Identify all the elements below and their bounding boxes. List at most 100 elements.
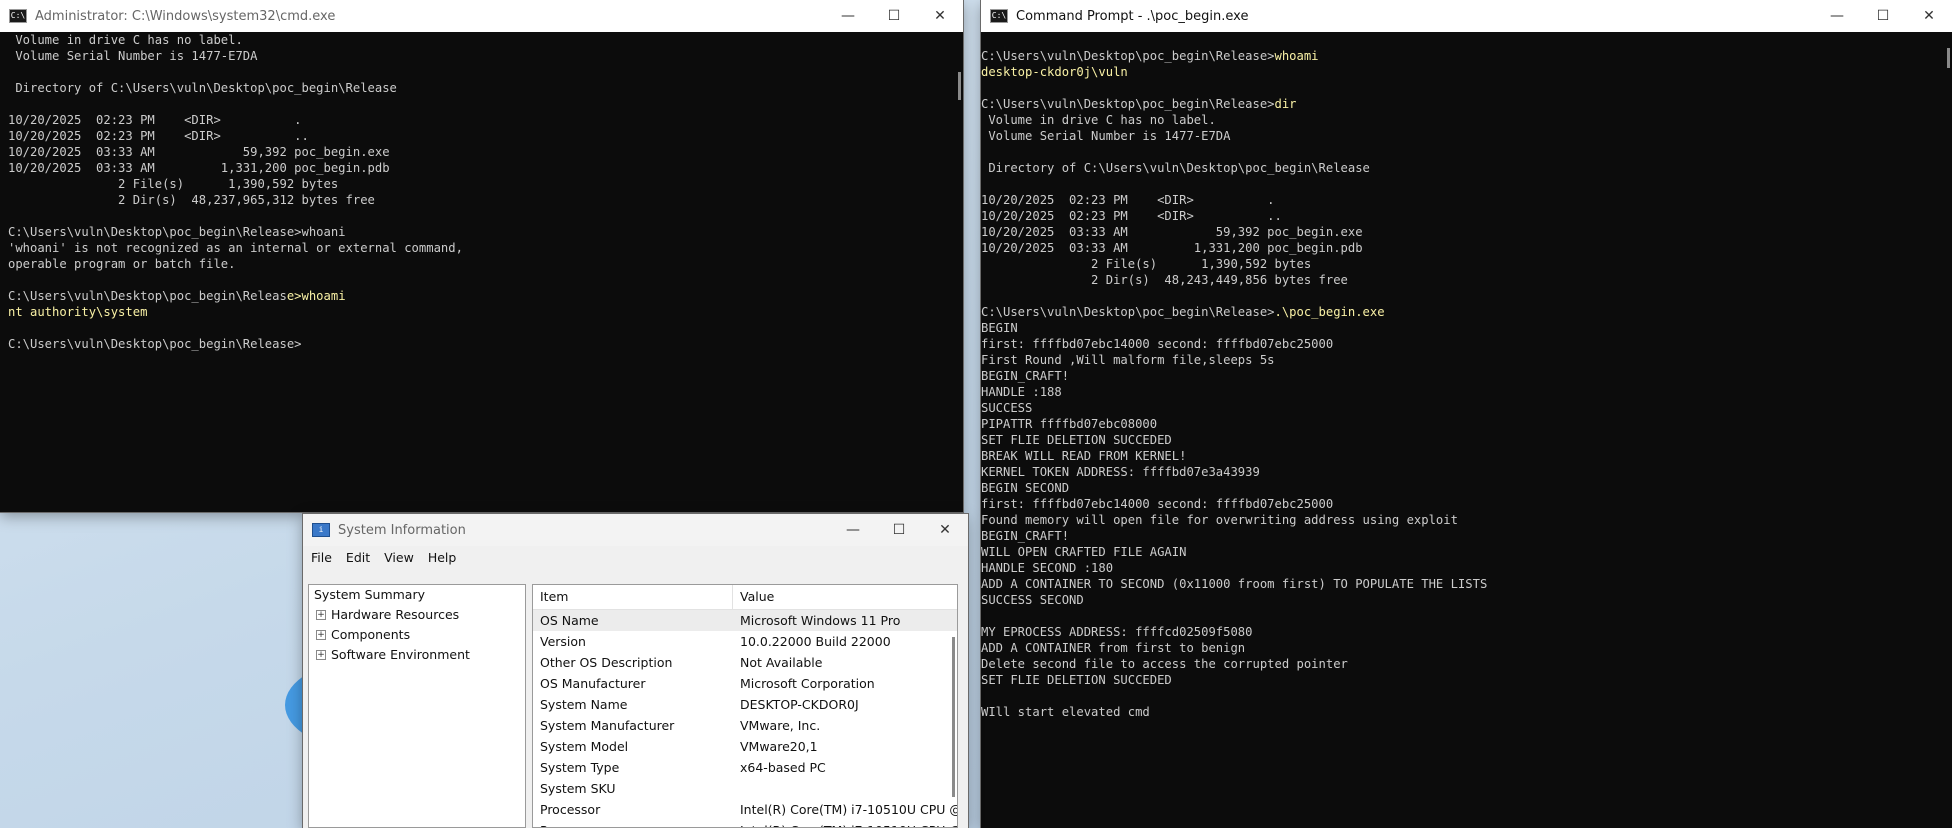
console-text: SUCCESS bbox=[981, 401, 1033, 415]
maximize-button[interactable]: ☐ bbox=[876, 514, 922, 546]
details-scrollbar[interactable] bbox=[952, 637, 955, 797]
column-header-item[interactable]: Item bbox=[533, 585, 733, 609]
console-line: SUCCESS SECOND bbox=[981, 593, 1084, 607]
sysinfo-titlebar[interactable]: i System Information — ☐ ✕ bbox=[303, 514, 968, 546]
poc-cmd-output: C:\Users\vuln\Desktop\poc_begin\Release>… bbox=[981, 32, 1952, 720]
table-row[interactable]: Version 10.0.22000 Build 22000 bbox=[533, 631, 957, 652]
menu-edit[interactable]: Edit bbox=[346, 550, 370, 565]
console-line: desktop-ckdor0j\vuln bbox=[981, 65, 1128, 79]
row-value: 10.0.22000 Build 22000 bbox=[740, 634, 891, 649]
table-row[interactable]: System Name DESKTOP-CKDOR0J bbox=[533, 694, 957, 715]
admin-cmd-scrollbar[interactable] bbox=[958, 72, 961, 100]
console-text: SET FLIE DELETION SUCCEDED bbox=[981, 673, 1172, 687]
console-text: MY EPROCESS ADDRESS: ffffcd02509f5080 bbox=[981, 625, 1253, 639]
sysinfo-title: System Information bbox=[338, 522, 466, 538]
table-row[interactable]: System Model VMware20,1 bbox=[533, 736, 957, 757]
table-row[interactable]: OS Manufacturer Microsoft Corporation bbox=[533, 673, 957, 694]
console-text: first: ffffbd07ebc14000 second: ffffbd07… bbox=[981, 337, 1334, 351]
admin-cmd-console[interactable]: Volume in drive C has no label. Volume S… bbox=[0, 32, 963, 512]
expand-icon[interactable]: + bbox=[316, 650, 326, 660]
row-item: System Name bbox=[540, 697, 628, 712]
console-line: first: ffffbd07ebc14000 second: ffffbd07… bbox=[981, 497, 1333, 511]
table-row[interactable]: System Manufacturer VMware, Inc. bbox=[533, 715, 957, 736]
console-text: Delete second file to access the corrupt… bbox=[981, 657, 1348, 671]
console-highlight-text: .\poc_begin.exe bbox=[1274, 305, 1385, 319]
console-line: 'whoani' is not recognized as an interna… bbox=[8, 241, 463, 255]
category-tree[interactable]: System Summary + Hardware Resources + Co… bbox=[308, 584, 526, 828]
close-button[interactable]: ✕ bbox=[922, 514, 968, 546]
console-text: ADD A CONTAINER TO SECOND (0x11000 froom… bbox=[981, 577, 1488, 591]
console-highlight-text: whoami bbox=[1274, 49, 1319, 63]
row-value: Not Available bbox=[740, 655, 823, 670]
console-text: Found memory will open file for overwrit… bbox=[981, 513, 1458, 527]
column-header-value[interactable]: Value bbox=[733, 585, 957, 609]
console-line: Volume Serial Number is 1477-E7DA bbox=[8, 49, 257, 63]
minimize-button[interactable]: — bbox=[830, 514, 876, 546]
tree-item-system-summary[interactable]: System Summary bbox=[309, 585, 525, 605]
row-item: System SKU bbox=[540, 781, 616, 796]
table-row[interactable]: System Type x64-based PC bbox=[533, 757, 957, 778]
console-line: Delete second file to access the corrupt… bbox=[981, 657, 1348, 671]
console-text: WILL OPEN CRAFTED FILE AGAIN bbox=[981, 545, 1187, 559]
maximize-button[interactable]: ☐ bbox=[871, 0, 917, 32]
console-text: Volume Serial Number is 1477-E7DA bbox=[981, 129, 1231, 143]
expand-icon[interactable]: + bbox=[316, 610, 326, 620]
sysinfo-body: File Edit View Help System Summary + Har… bbox=[303, 546, 968, 828]
console-line: C:\Users\vuln\Desktop\poc_begin\Release>… bbox=[981, 49, 1319, 63]
poc-cmd-titlebar[interactable]: C:\ Command Prompt - .\poc_begin.exe — ☐… bbox=[981, 0, 1952, 32]
close-button[interactable]: ✕ bbox=[917, 0, 963, 32]
console-text: BEGIN bbox=[981, 321, 1018, 335]
console-text: Directory of C:\Users\vuln\Desktop\poc_b… bbox=[981, 161, 1370, 175]
menu-file[interactable]: File bbox=[311, 550, 332, 565]
tree-item-software-environment[interactable]: + Software Environment bbox=[309, 645, 525, 665]
console-line: nt authority\system bbox=[8, 305, 147, 319]
tree-item-hardware-resources[interactable]: + Hardware Resources bbox=[309, 605, 525, 625]
console-line: ADD A CONTAINER from first to benign bbox=[981, 641, 1245, 655]
poc-cmd-window[interactable]: C:\ Command Prompt - .\poc_begin.exe — ☐… bbox=[981, 0, 1952, 828]
row-value: x64-based PC bbox=[740, 760, 826, 775]
console-line: Volume in drive C has no label. bbox=[8, 33, 242, 47]
console-line: 10/20/2025 02:23 PM <DIR> .. bbox=[981, 209, 1282, 223]
minimize-button[interactable]: — bbox=[825, 0, 871, 32]
poc-cmd-console[interactable]: C:\Users\vuln\Desktop\poc_begin\Release>… bbox=[981, 32, 1952, 828]
console-line: 2 File(s) 1,390,592 bytes bbox=[981, 257, 1311, 271]
console-line: first: ffffbd07ebc14000 second: ffffbd07… bbox=[981, 337, 1333, 351]
admin-cmd-window[interactable]: C:\ Administrator: C:\Windows\system32\c… bbox=[0, 0, 963, 512]
poc-cmd-scrollbar[interactable] bbox=[1947, 48, 1950, 68]
table-row[interactable]: Processor Intel(R) Core(TM) i7-10510U CPU… bbox=[533, 799, 957, 820]
console-text: SUCCESS SECOND bbox=[981, 593, 1084, 607]
tree-item-components[interactable]: + Components bbox=[309, 625, 525, 645]
row-value: Intel(R) Core(TM) i7-10510U CPU @ 1 bbox=[740, 802, 957, 817]
console-text: 10/20/2025 02:23 PM <DIR> . bbox=[981, 193, 1275, 207]
console-text: 2 File(s) 1,390,592 bytes bbox=[8, 177, 339, 191]
row-item: Processor bbox=[540, 802, 601, 817]
table-row[interactable]: Other OS Description Not Available bbox=[533, 652, 957, 673]
menu-view[interactable]: View bbox=[384, 550, 414, 565]
row-item: System Model bbox=[540, 739, 629, 754]
expand-icon[interactable]: + bbox=[316, 630, 326, 640]
menu-help[interactable]: Help bbox=[428, 550, 457, 565]
system-information-window[interactable]: i System Information — ☐ ✕ File Edit Vie… bbox=[303, 514, 968, 828]
console-line: 10/20/2025 03:33 AM 59,392 poc_begin.exe bbox=[8, 145, 390, 159]
console-text: SET FLIE DELETION SUCCEDED bbox=[981, 433, 1172, 447]
console-line: BEGIN bbox=[981, 321, 1018, 335]
tree-item-label: Hardware Resources bbox=[331, 607, 460, 622]
admin-cmd-titlebar[interactable]: C:\ Administrator: C:\Windows\system32\c… bbox=[0, 0, 963, 32]
console-text: BREAK WILL READ FROM KERNEL! bbox=[981, 449, 1187, 463]
console-text: 10/20/2025 03:33 AM 59,392 poc_begin.exe bbox=[8, 145, 390, 159]
poc-cmd-title: Command Prompt - .\poc_begin.exe bbox=[1016, 8, 1249, 24]
maximize-button[interactable]: ☐ bbox=[1860, 0, 1906, 32]
console-text: HANDLE SECOND :180 bbox=[981, 561, 1114, 575]
table-row[interactable]: OS Name Microsoft Windows 11 Pro bbox=[533, 610, 957, 631]
table-row[interactable]: System SKU bbox=[533, 778, 957, 799]
minimize-button[interactable]: — bbox=[1814, 0, 1860, 32]
details-list[interactable]: Item Value OS Name Microsoft Windows 11 P… bbox=[532, 584, 958, 828]
row-value: DESKTOP-CKDOR0J bbox=[740, 697, 859, 712]
row-value: Intel(R) Core(TM) i7-10510U CPU @ 1 bbox=[733, 820, 957, 827]
cmd-icon: C:\ bbox=[9, 9, 27, 23]
close-button[interactable]: ✕ bbox=[1906, 0, 1952, 32]
console-text: C:\Users\vuln\Desktop\poc_begin\Releas bbox=[8, 289, 287, 303]
console-line: WILL OPEN CRAFTED FILE AGAIN bbox=[981, 545, 1186, 559]
table-row[interactable]: ProcessorIntel(R) Core(TM) i7-10510U CPU… bbox=[533, 820, 957, 827]
console-text: Volume in drive C has no label. bbox=[981, 113, 1216, 127]
